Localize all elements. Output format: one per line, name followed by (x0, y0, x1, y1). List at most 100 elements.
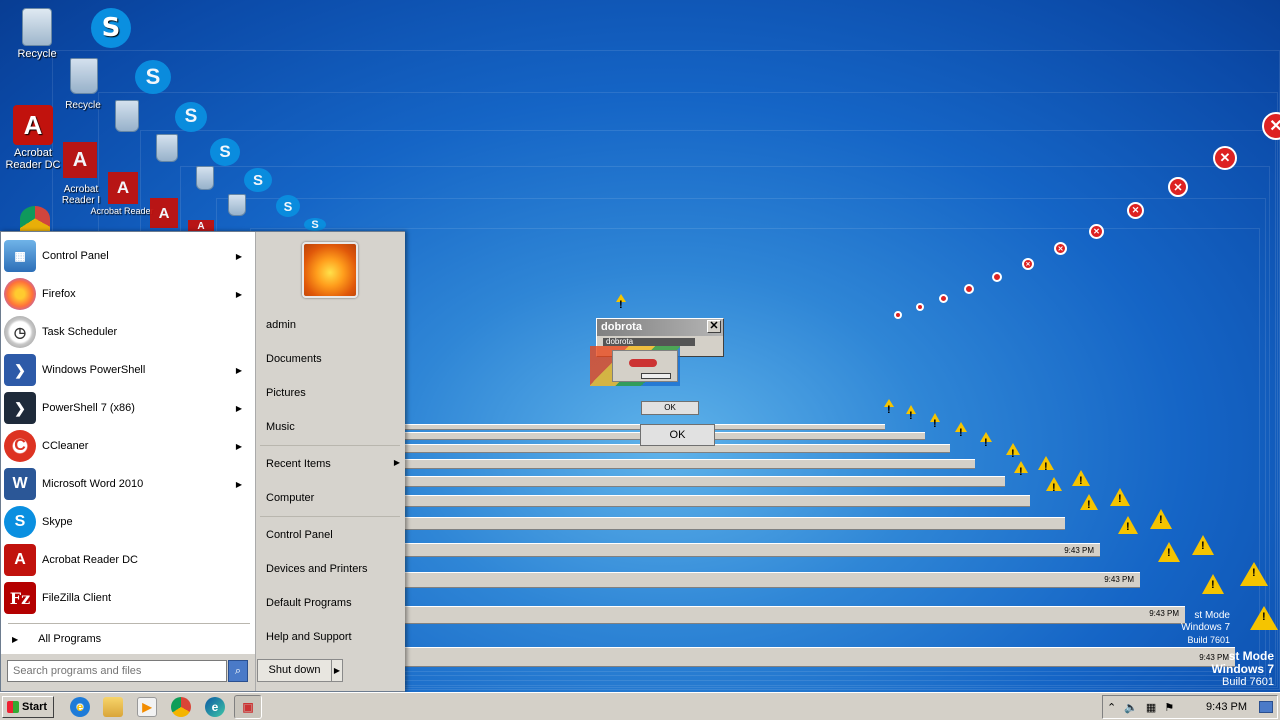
skype-icon: S (175, 102, 207, 132)
start-item-task-scheduler[interactable]: ◷ Task Scheduler (4, 314, 250, 350)
edge-icon[interactable]: e (205, 697, 225, 717)
taskbar-echo: 9:43 PM (405, 543, 1100, 557)
chrome-icon (20, 206, 50, 231)
warning-icon (906, 405, 916, 422)
error-icon: ✕ (1022, 258, 1034, 270)
warning-icon (1202, 574, 1224, 594)
divider (8, 623, 250, 624)
start-item-label: Firefox (42, 288, 76, 300)
error-icon (894, 311, 902, 319)
ie-icon[interactable]: e (70, 697, 90, 717)
places-item-help-support[interactable]: Help and Support (266, 631, 400, 643)
error-icon: ✕ (1213, 146, 1237, 170)
places-item-control-panel[interactable]: Control Panel (266, 529, 400, 541)
warning-icon (1110, 488, 1130, 506)
warning-icon (1240, 562, 1268, 586)
chevron-right-icon: ▶ (235, 479, 242, 489)
warning-icon (1072, 470, 1090, 487)
desktop-icon-recycle-bin[interactable]: Recycle (2, 8, 72, 60)
places-item-default-programs[interactable]: Default Programs (266, 597, 400, 609)
dialog-titlebar[interactable]: dobrota ✕ (597, 319, 723, 336)
warning-icon (1014, 461, 1028, 478)
chrome-icon[interactable] (171, 697, 191, 717)
places-item-recent-items[interactable]: Recent Items ▶ (266, 458, 400, 470)
places-item-devices-printers[interactable]: Devices and Printers (266, 563, 400, 575)
skype-icon: S (304, 218, 326, 231)
all-programs[interactable]: ▶ All Programs (4, 628, 250, 650)
ok-button[interactable]: OK (640, 424, 715, 446)
warning-icon (1118, 516, 1138, 534)
app-window-icon[interactable]: ▣ (234, 695, 262, 719)
warning-icon (616, 294, 626, 311)
windows-flag-icon (7, 701, 19, 713)
start-item-filezilla[interactable]: Fz FileZilla Client (4, 580, 250, 616)
start-item-label: Skype (42, 516, 73, 528)
warning-icon (1006, 443, 1020, 460)
taskbar: Start e ▶ e ▣ ⌃ 🔈 ▦ ⚑ 9:43 PM (0, 692, 1280, 720)
places-item-computer[interactable]: Computer (266, 492, 400, 504)
start-item-windows-powershell[interactable]: ❯ Windows PowerShell ▶ (4, 352, 250, 388)
firefox-icon (4, 278, 36, 310)
start-item-acrobat[interactable]: A Acrobat Reader DC (4, 542, 250, 578)
desktop-icon-acrobat[interactable]: A Acrobat Reader DC (0, 105, 66, 171)
error-icon: ✕ (1054, 242, 1067, 255)
watermark-line: Windows 7 (1211, 662, 1274, 676)
acrobat-icon: A (150, 198, 178, 228)
skype-icon: S (210, 138, 240, 166)
error-icon (916, 303, 924, 311)
echo-ok-button: OK (641, 401, 699, 415)
close-button[interactable]: ✕ (707, 320, 721, 333)
recycle-bin-icon (115, 100, 139, 132)
start-item-word[interactable]: W Microsoft Word 2010 ▶ (4, 466, 250, 502)
watermark-line: Build 7601 (1187, 635, 1230, 645)
explorer-icon[interactable] (103, 697, 123, 717)
error-icon: ✕ (1127, 202, 1144, 219)
start-item-powershell-7[interactable]: ❯ PowerShell 7 (x86) ▶ (4, 390, 250, 426)
control-panel-icon: ▦ (4, 240, 36, 272)
start-label: Start (22, 701, 48, 713)
warning-icon (1250, 606, 1278, 630)
network-icon[interactable]: ▦ (1146, 701, 1156, 714)
start-item-label: Acrobat Reader DC (42, 554, 138, 566)
taskbar-echo (405, 459, 975, 469)
acrobat-icon: A (4, 544, 36, 576)
skype-icon: S (244, 168, 272, 192)
chevron-up-icon[interactable]: ⌃ (1107, 701, 1116, 714)
start-item-label: Windows PowerShell (42, 364, 146, 376)
search-icon[interactable]: ⌕ (228, 660, 248, 682)
media-player-icon[interactable]: ▶ (137, 697, 157, 717)
skype-icon: S (135, 60, 171, 94)
recycle-bin-icon (196, 166, 214, 190)
flag-icon[interactable]: ⚑ (1164, 701, 1174, 714)
places-item-documents[interactable]: Documents (266, 353, 400, 365)
start-item-firefox[interactable]: Firefox ▶ (4, 276, 250, 312)
show-desktop-button[interactable] (1259, 701, 1273, 713)
places-item-admin[interactable]: admin (266, 319, 400, 331)
chevron-right-icon: ▶ (235, 403, 242, 413)
error-icon: ✕ (1168, 177, 1188, 197)
desktop-icon-label: Acrobat Reader DC (5, 147, 61, 171)
watermark-line: Windows 7 (1181, 622, 1230, 633)
start-item-ccleaner[interactable]: C CCleaner ▶ (4, 428, 250, 464)
desktop-icon-skype[interactable]: S (76, 8, 146, 50)
places-item-music[interactable]: Music (266, 421, 400, 433)
start-item-label: Control Panel (42, 250, 109, 262)
error-icon: ✕ (1262, 112, 1280, 140)
start-item-skype[interactable]: S Skype (4, 504, 250, 540)
clock[interactable]: 9:43 PM (1206, 701, 1247, 713)
watermark-echo: st Mode Windows 7 Build 7601 (1120, 610, 1230, 646)
volume-icon[interactable]: 🔈 (1124, 701, 1138, 714)
user-picture[interactable] (302, 242, 358, 298)
shutdown-button[interactable]: Shut down (257, 659, 332, 682)
warning-icon (1080, 494, 1098, 511)
error-icon: ✕ (1089, 224, 1104, 239)
start-item-control-panel[interactable]: ▦ Control Panel ▶ (4, 238, 250, 274)
dialog-echo-titlebar: dobrota (603, 338, 695, 346)
places-item-pictures[interactable]: Pictures (266, 387, 400, 399)
warning-icon (884, 399, 894, 416)
shutdown-options-button[interactable]: ▶ (331, 659, 343, 682)
start-item-label: Microsoft Word 2010 (42, 478, 144, 490)
error-icon (629, 359, 657, 367)
search-input[interactable] (7, 660, 227, 682)
start-button[interactable]: Start (2, 696, 54, 718)
